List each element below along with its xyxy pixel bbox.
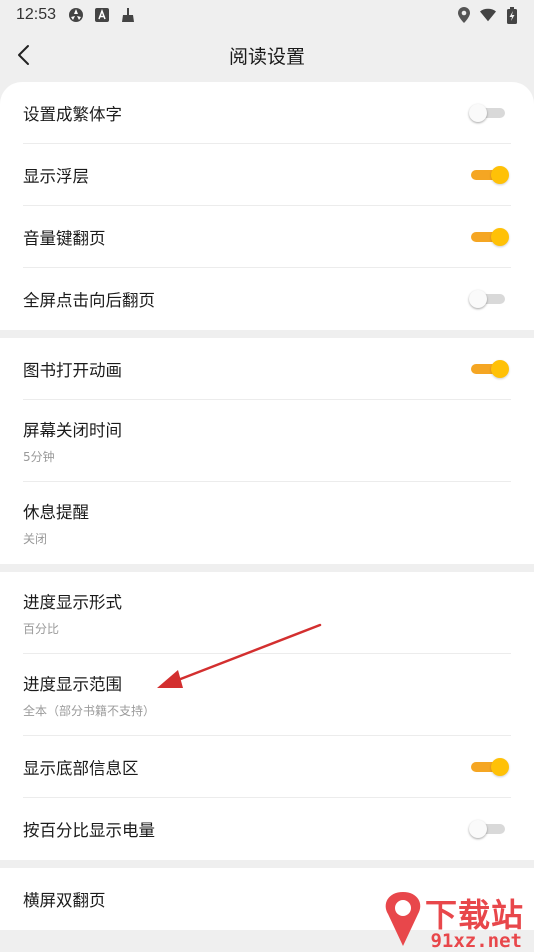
setting-label: 全屏点击向后翻页 bbox=[23, 291, 155, 310]
setting-value: 5分钟 bbox=[23, 449, 55, 464]
setting-screen-off-time[interactable]: 屏幕关闭时间 5分钟 bbox=[23, 400, 511, 482]
app-bar: 阅读设置 bbox=[0, 30, 534, 80]
a-letter-icon bbox=[94, 7, 110, 23]
back-button[interactable] bbox=[8, 38, 38, 72]
setting-label: 图书打开动画 bbox=[23, 360, 122, 380]
location-icon bbox=[456, 7, 472, 23]
setting-label: 显示底部信息区 bbox=[23, 758, 139, 778]
setting-show-overlay[interactable]: 显示浮层 bbox=[23, 144, 511, 206]
watermark-logo-icon bbox=[385, 892, 421, 946]
setting-value: 百分比 bbox=[23, 621, 60, 636]
traditional-chinese-toggle[interactable] bbox=[469, 103, 507, 123]
setting-label: 进度显示范围 bbox=[23, 674, 122, 694]
setting-label: 屏幕关闭时间 bbox=[23, 420, 122, 440]
setting-label: 休息提醒 bbox=[23, 503, 89, 522]
show-overlay-toggle[interactable] bbox=[471, 165, 509, 185]
bottom-info-bar-toggle[interactable] bbox=[471, 757, 509, 777]
battery-charging-icon bbox=[504, 6, 520, 24]
settings-group-display: 设置成繁体字 显示浮层 音量键翻页 全屏点击向后翻页 bbox=[0, 82, 534, 330]
setting-label: 进度显示形式 bbox=[23, 592, 122, 612]
setting-progress-format[interactable]: 进度显示形式 百分比 bbox=[23, 572, 511, 654]
volume-key-turn-toggle[interactable] bbox=[471, 227, 509, 247]
setting-value: 全本（部分书籍不支持） bbox=[23, 703, 156, 718]
settings-group-behavior: 图书打开动画 屏幕关闭时间 5分钟 休息提醒 关闭 bbox=[0, 338, 534, 564]
page-title: 阅读设置 bbox=[228, 45, 305, 68]
setting-value: 关闭 bbox=[23, 532, 48, 546]
setting-label: 显示浮层 bbox=[23, 166, 89, 186]
book-open-animation-toggle[interactable] bbox=[471, 359, 509, 379]
setting-traditional-chinese[interactable]: 设置成繁体字 bbox=[23, 82, 511, 144]
broom-icon bbox=[120, 7, 136, 23]
wifi-icon bbox=[480, 7, 496, 23]
aperture-icon bbox=[68, 7, 84, 23]
settings-sheet: 设置成繁体字 显示浮层 音量键翻页 全屏点击向后翻页 图书打开动画 屏幕关闭时间… bbox=[0, 82, 534, 952]
setting-rest-reminder[interactable]: 休息提醒 关闭 bbox=[23, 482, 511, 564]
battery-percent-toggle[interactable] bbox=[469, 819, 507, 839]
settings-group-progress: 进度显示形式 百分比 进度显示范围 全本（部分书籍不支持） 显示底部信息区 按百… bbox=[0, 572, 534, 860]
setting-label: 设置成繁体字 bbox=[23, 104, 122, 124]
chevron-left-icon bbox=[18, 45, 29, 65]
status-time: 12:53 bbox=[16, 6, 57, 23]
status-bar: 12:53 bbox=[0, 0, 534, 30]
setting-label: 横屏双翻页 bbox=[23, 891, 106, 910]
setting-volume-key-turn[interactable]: 音量键翻页 bbox=[23, 206, 511, 268]
setting-progress-range[interactable]: 进度显示范围 全本（部分书籍不支持） bbox=[23, 654, 511, 736]
setting-bottom-info-bar[interactable]: 显示底部信息区 bbox=[23, 736, 511, 798]
site-watermark: 下载站 91xz.net bbox=[378, 888, 528, 952]
watermark-bottom-text: 91xz.net bbox=[430, 930, 522, 952]
fullscreen-tap-next-toggle[interactable] bbox=[469, 289, 507, 309]
setting-label: 音量键翻页 bbox=[23, 228, 106, 248]
setting-battery-percent[interactable]: 按百分比显示电量 bbox=[23, 798, 511, 860]
setting-label: 按百分比显示电量 bbox=[23, 821, 155, 840]
setting-book-open-animation[interactable]: 图书打开动画 bbox=[23, 338, 511, 400]
setting-fullscreen-tap-next[interactable]: 全屏点击向后翻页 bbox=[23, 268, 511, 330]
